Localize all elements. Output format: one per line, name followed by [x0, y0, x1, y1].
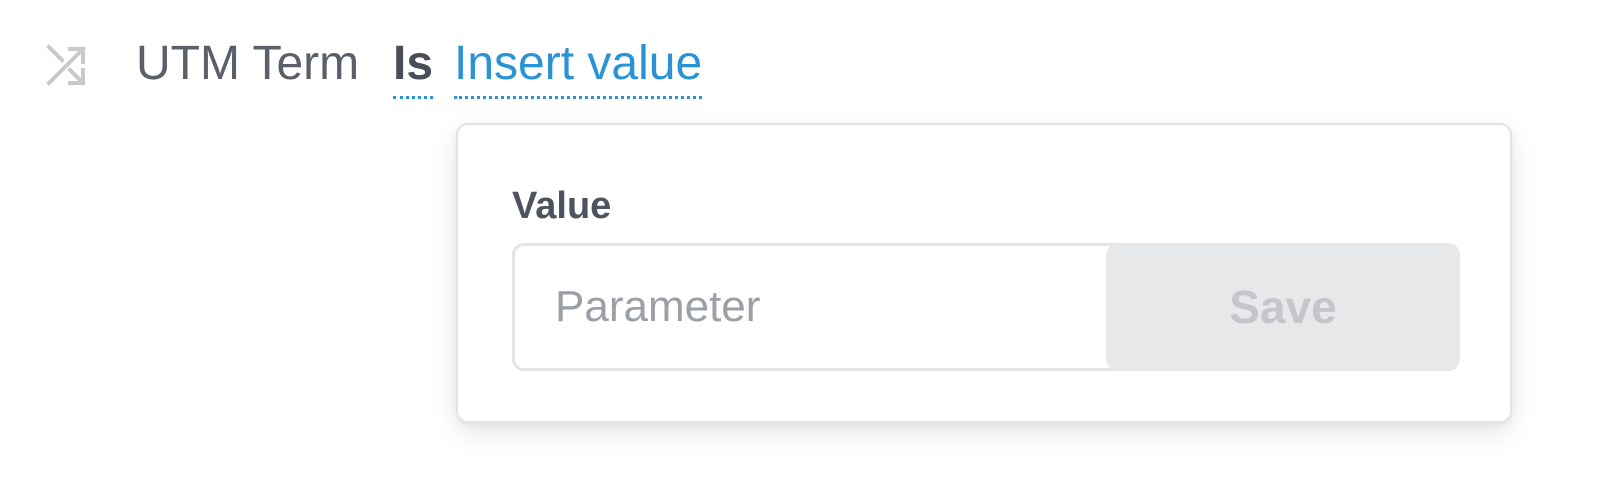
- value-label: Value: [512, 185, 612, 227]
- value-popover: Value Save: [456, 123, 1512, 423]
- parameter-input[interactable]: [512, 243, 1132, 371]
- save-button[interactable]: Save: [1106, 243, 1460, 371]
- condition-row: UTM Term Is Insert value: [0, 0, 1600, 120]
- shuffle-icon[interactable]: [44, 42, 90, 88]
- operator-dropdown-link[interactable]: Is: [393, 34, 434, 99]
- filter-condition-editor: UTM Term Is Insert value Value Save: [0, 0, 1600, 500]
- field-label: UTM Term: [136, 37, 360, 90]
- insert-value-link[interactable]: Insert value: [454, 34, 703, 99]
- value-input-group: Save: [512, 243, 1460, 371]
